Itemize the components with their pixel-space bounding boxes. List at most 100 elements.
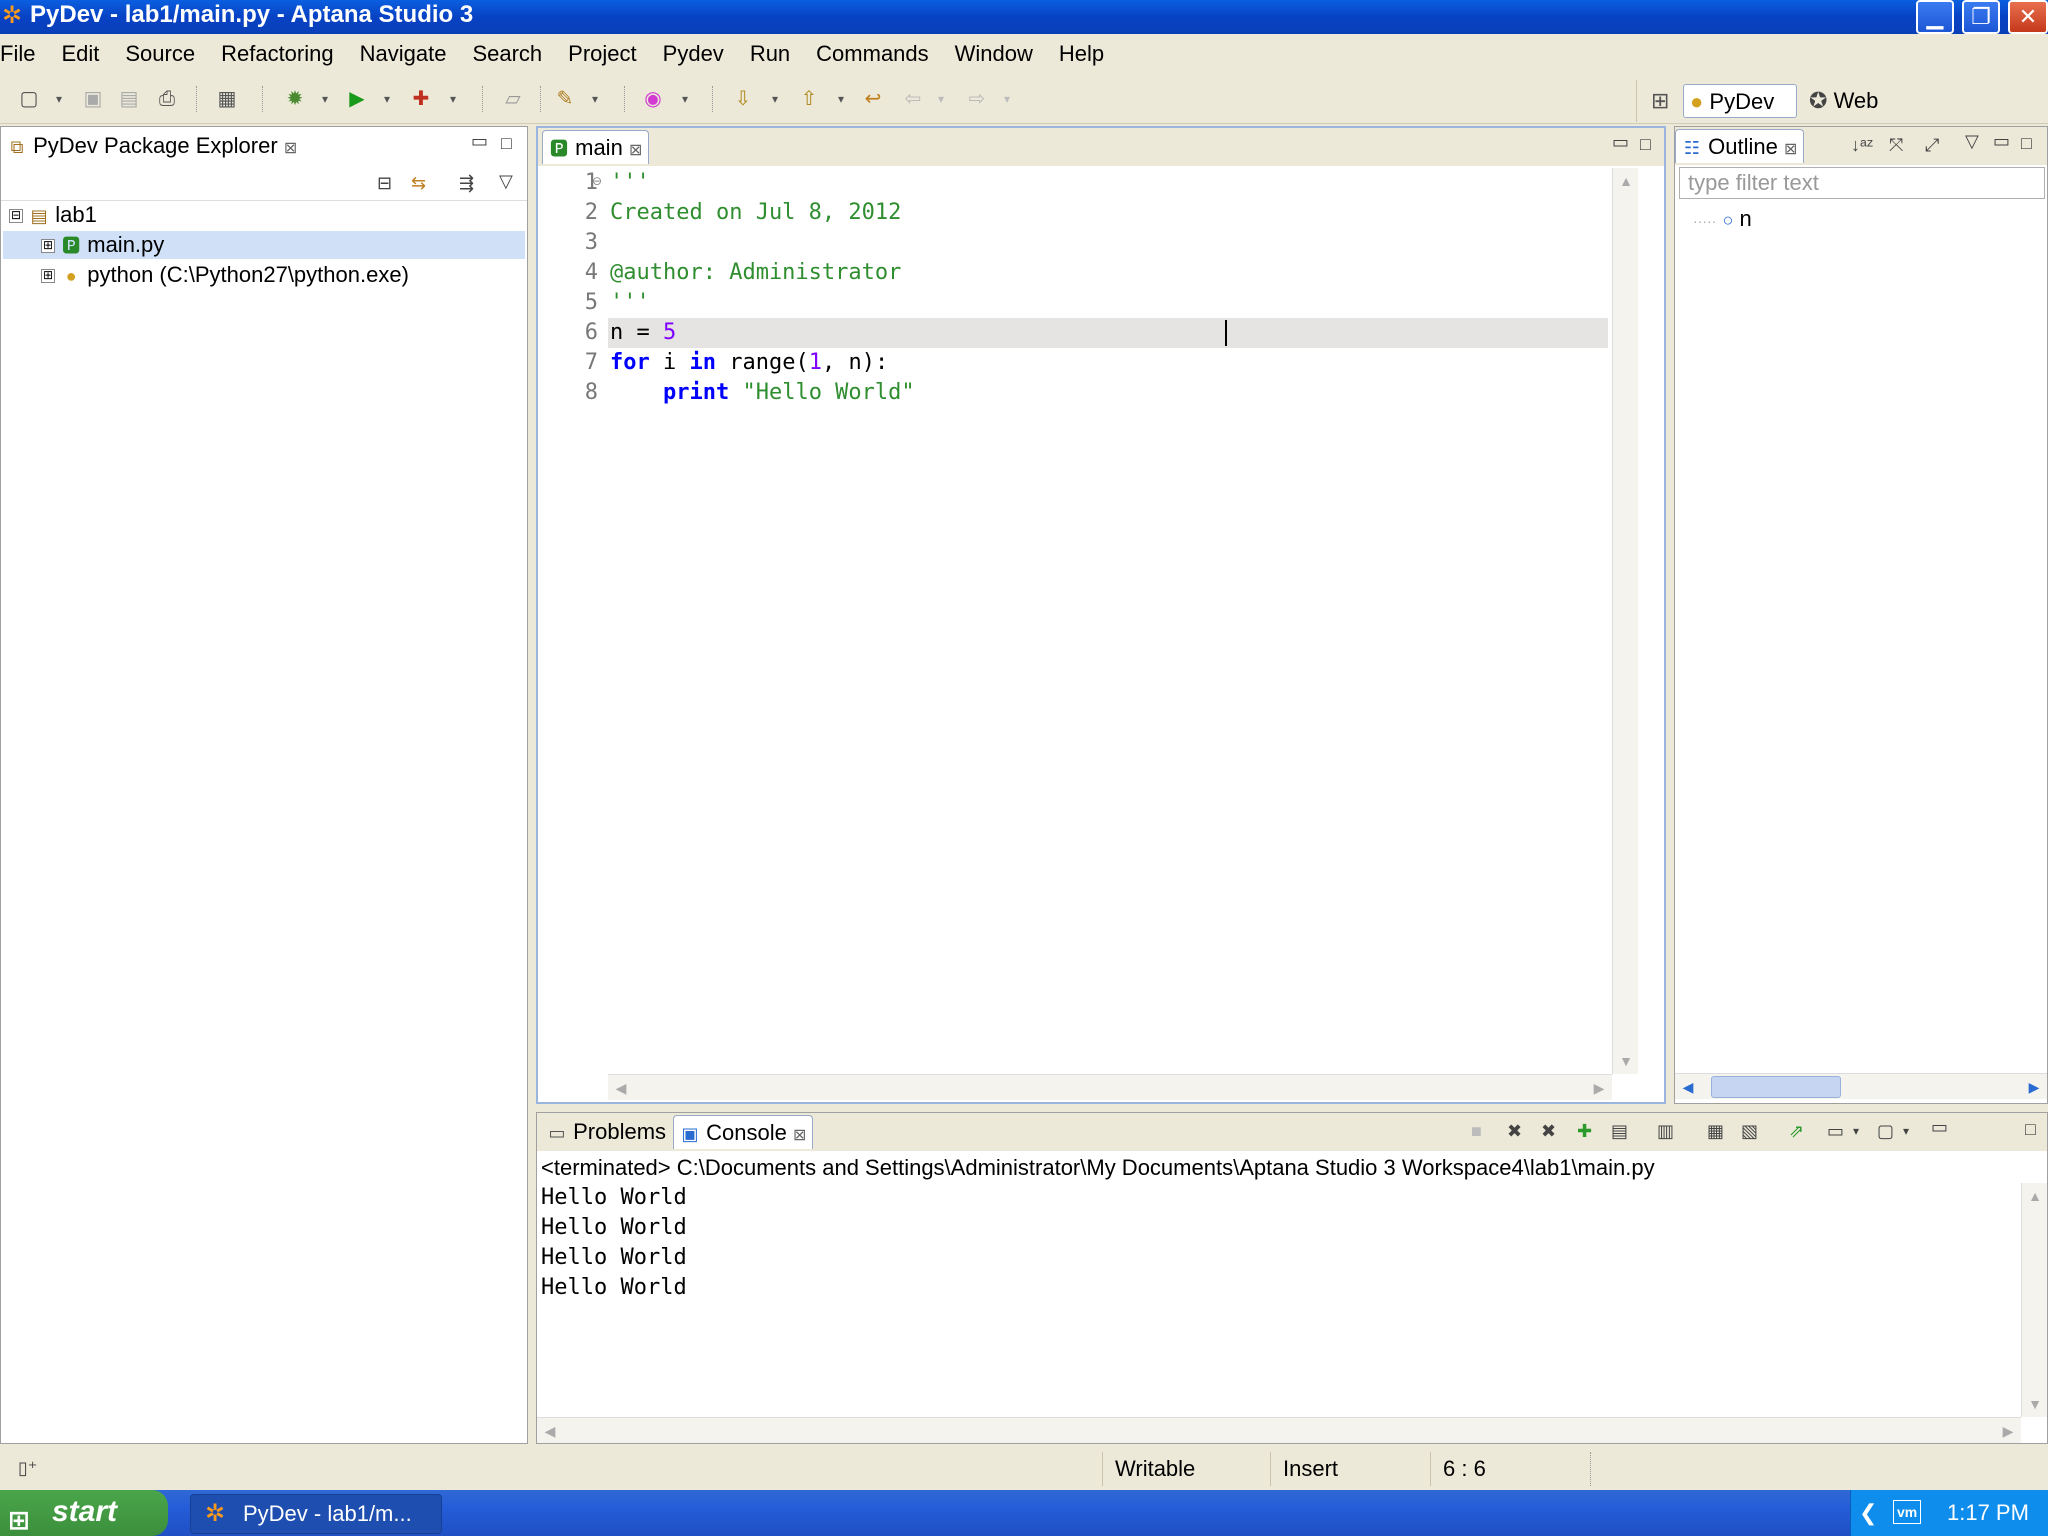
outline-filter-input[interactable]: type filter text [1679, 167, 2045, 199]
display-console-icon[interactable]: ▭ [1827, 1121, 1844, 1141]
debug-dropdown-icon[interactable]: ▾ [312, 86, 338, 112]
tab-package-explorer[interactable]: ⧉ PyDev Package Explorer ⊠ [1, 129, 303, 163]
view-menu-icon[interactable]: ▽ [499, 171, 513, 191]
expand-toggle-icon[interactable]: ⊞ [41, 239, 55, 254]
maximize-view-icon[interactable]: □ [1640, 134, 1651, 154]
menu-run[interactable]: Run [737, 41, 803, 67]
collapse-all-icon[interactable]: ⤧ [1889, 135, 1903, 155]
menu-edit[interactable]: Edit [48, 41, 112, 67]
terminate-icon[interactable]: ■ [1471, 1121, 1482, 1141]
code-line[interactable]: n = 5 [610, 318, 676, 348]
minimize-view-icon[interactable]: ▭ [1931, 1117, 1948, 1137]
show-console-stderr-icon[interactable]: ▧ [1741, 1121, 1758, 1141]
editor-vertical-scrollbar[interactable]: ▲ ▼ [1612, 168, 1638, 1074]
vmware-tray-icon[interactable]: vm [1893, 1500, 1922, 1524]
tree-item-python-interpreter[interactable]: ⊞ ● python (C:\Python27\python.exe) [41, 261, 409, 289]
code-line[interactable]: Created on Jul 8, 2012 [610, 198, 901, 228]
save-icon[interactable]: ▣ [80, 86, 106, 112]
maximize-button[interactable]: ❐ [1962, 0, 2000, 34]
scroll-down-icon[interactable]: ▼ [1613, 1048, 1639, 1074]
back-icon[interactable]: ⇦ [900, 86, 926, 112]
minimize-view-icon[interactable]: ▭ [471, 131, 488, 151]
wand-dropdown-icon[interactable]: ▾ [582, 86, 608, 112]
wand-icon[interactable]: ✎ [552, 86, 578, 112]
console-horizontal-scrollbar[interactable]: ◀ ▶ [537, 1417, 2021, 1443]
maximize-view-icon[interactable]: □ [501, 133, 512, 153]
collapse-all-icon[interactable]: ⊟ [377, 173, 392, 193]
previous-annotation-icon[interactable]: ⇧ [796, 86, 822, 112]
menu-file[interactable]: File [0, 41, 48, 67]
menu-source[interactable]: Source [112, 41, 208, 67]
save-all-icon[interactable]: ▤ [116, 86, 142, 112]
link-with-editor-icon[interactable]: ⇆ [411, 173, 426, 193]
close-tab-icon[interactable]: ⊠ [1784, 141, 1797, 158]
print-icon[interactable]: ⎙ [154, 86, 180, 112]
close-tab-icon[interactable]: ⊠ [629, 142, 642, 159]
tree-item-lab1[interactable]: ⊟ ▤ lab1 [9, 201, 97, 229]
scroll-down-icon[interactable]: ▼ [2022, 1391, 2048, 1417]
expand-all-icon[interactable]: ⤢ [1925, 135, 1939, 155]
show-hidden-icons-icon[interactable]: ❮ [1859, 1490, 1877, 1536]
next-annotation-dropdown-icon[interactable]: ▾ [762, 86, 788, 112]
clear-console-icon[interactable]: ▤ [1611, 1121, 1628, 1141]
run-dropdown-icon[interactable]: ▾ [374, 86, 400, 112]
scrollbar-thumb[interactable] [1711, 1076, 1841, 1098]
tree-item-main-py[interactable]: ⊞ 🅿 main.py [3, 231, 525, 259]
open-folder-icon[interactable]: ▱ [500, 86, 526, 112]
code-line[interactable]: for i in range(1, n): [610, 348, 888, 378]
expand-toggle-icon[interactable]: ⊞ [41, 269, 55, 284]
tab-problems[interactable]: ▭ Problems [541, 1115, 672, 1149]
taskbar-item-pydev[interactable]: ✲ PyDev - lab1/m... [190, 1494, 442, 1534]
scroll-up-icon[interactable]: ▲ [1613, 168, 1639, 194]
fast-view-icon[interactable]: ▯⁺ [18, 1458, 37, 1478]
external-tools-icon[interactable]: ✚ [408, 86, 434, 112]
perspective-pydev[interactable]: ● PyDev [1683, 84, 1797, 118]
tab-console[interactable]: ▣ Console ⊠ [673, 1115, 814, 1149]
forward-dropdown-icon[interactable]: ▾ [994, 86, 1020, 112]
new-dropdown-icon[interactable]: ▾ [46, 86, 72, 112]
menu-project[interactable]: Project [555, 41, 649, 67]
relaunch-icon[interactable]: ✚ [1577, 1121, 1592, 1141]
display-console-dropdown-icon[interactable]: ▾ [1853, 1121, 1859, 1141]
perspective-web[interactable]: ✪ Web [1803, 84, 1884, 118]
scroll-right-icon[interactable]: ▶ [2021, 1074, 2047, 1100]
minimize-view-icon[interactable]: ▭ [1993, 131, 2010, 151]
outline-horizontal-scrollbar[interactable]: ◀ ▶ [1675, 1073, 2047, 1099]
menu-pydev[interactable]: Pydev [650, 41, 737, 67]
maximize-view-icon[interactable]: □ [2025, 1119, 2036, 1139]
menu-search[interactable]: Search [459, 41, 555, 67]
run-icon[interactable]: ▶ [344, 86, 370, 112]
collapse-toggle-icon[interactable]: ⊟ [9, 209, 23, 224]
code-line[interactable]: ''' [610, 168, 650, 198]
tab-main[interactable]: 🅿 main ⊠ [542, 130, 650, 164]
last-edit-location-icon[interactable]: ↩ [860, 86, 886, 112]
scroll-left-icon[interactable]: ◀ [608, 1075, 634, 1101]
scroll-right-icon[interactable]: ▶ [1586, 1075, 1612, 1101]
outline-item-n[interactable]: ····· ○ n [1693, 205, 1752, 233]
color-dropdown-icon[interactable]: ▾ [672, 86, 698, 112]
new-icon[interactable]: ▢ [16, 86, 42, 112]
forward-icon[interactable]: ⇨ [964, 86, 990, 112]
show-console-stdout-icon[interactable]: ▦ [1707, 1121, 1724, 1141]
pin-console-icon[interactable]: ⇗ [1789, 1121, 1804, 1141]
remove-launch-icon[interactable]: ✖ [1507, 1121, 1522, 1141]
open-perspective-icon[interactable]: ▦ [214, 86, 240, 112]
scroll-up-icon[interactable]: ▲ [2022, 1183, 2048, 1209]
next-annotation-icon[interactable]: ⇩ [730, 86, 756, 112]
start-button[interactable]: ⊞ start [0, 1490, 168, 1536]
menu-window[interactable]: Window [942, 41, 1046, 67]
tab-outline[interactable]: ☷ Outline ⊠ [1675, 129, 1805, 163]
remove-all-terminated-icon[interactable]: ✖ [1541, 1121, 1556, 1141]
debug-icon[interactable]: ✹ [282, 86, 308, 112]
console-vertical-scrollbar[interactable]: ▲ ▼ [2021, 1183, 2047, 1417]
color-wheel-icon[interactable]: ◉ [640, 86, 666, 112]
previous-annotation-dropdown-icon[interactable]: ▾ [828, 86, 854, 112]
menu-refactoring[interactable]: Refactoring [208, 41, 347, 67]
fold-toggle-icon[interactable]: ⊖ [592, 174, 602, 188]
back-dropdown-icon[interactable]: ▾ [928, 86, 954, 112]
code-line[interactable]: @author: Administrator [610, 258, 901, 288]
code-line[interactable]: print "Hello World" [610, 378, 915, 408]
view-menu-icon[interactable]: ▽ [1965, 131, 1979, 151]
scroll-right-icon[interactable]: ▶ [1995, 1418, 2021, 1444]
scroll-left-icon[interactable]: ◀ [1675, 1074, 1701, 1100]
